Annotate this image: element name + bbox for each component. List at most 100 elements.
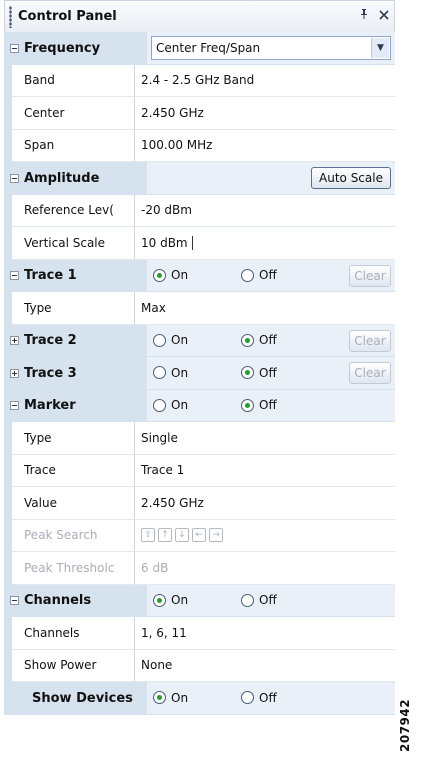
show-power-value[interactable]: None [135, 650, 395, 682]
channels-off-radio[interactable]: Off [241, 585, 277, 617]
vertical-scale-value[interactable]: 10 dBm [141, 236, 188, 250]
peak-up-icon[interactable]: ↑ [158, 528, 172, 543]
property-vertical-scale[interactable]: Vertical Scale 10 dBm [4, 227, 395, 260]
property-span[interactable]: Span 100.00 MHz [4, 129, 395, 162]
property-channels[interactable]: Channels 1, 6, 11 [4, 617, 395, 650]
trace-3-on-radio[interactable]: On [153, 357, 188, 389]
peak-down-icon[interactable]: ↓ [175, 528, 189, 543]
property-reference-level[interactable]: Reference Lev( -20 dBm [4, 194, 395, 227]
peak-threshold-value: 6 dB [135, 552, 395, 585]
radio-circle-icon[interactable] [241, 333, 254, 347]
figure-id: 207942 [398, 698, 412, 752]
pin-icon[interactable] [354, 7, 374, 27]
collapse-icon[interactable] [4, 390, 24, 423]
close-icon[interactable] [374, 7, 394, 27]
radio-circle-icon[interactable] [241, 366, 254, 380]
trace-1-type-label: Type [12, 292, 135, 325]
expand-icon[interactable] [4, 357, 24, 390]
property-marker-trace[interactable]: Trace Trace 1 [4, 454, 395, 487]
marker-type-value[interactable]: Single [135, 422, 395, 455]
peak-search-cell: ⇪ ↑ ↓ ← → [135, 520, 395, 552]
category-trace-3: Trace 3 On Off Clear [4, 357, 395, 390]
reference-level-value[interactable]: -20 dBm [135, 195, 395, 227]
band-label: Band [12, 64, 135, 97]
trace-3-label: Trace 3 [24, 365, 77, 381]
marker-value-label: Value [12, 487, 135, 520]
property-show-power[interactable]: Show Power None [4, 649, 395, 682]
radio-circle-icon[interactable] [153, 268, 166, 282]
radio-circle-icon[interactable] [241, 398, 254, 412]
radio-circle-icon[interactable] [153, 691, 166, 705]
radio-circle-icon[interactable] [153, 593, 166, 607]
radio-circle-icon[interactable] [241, 691, 254, 705]
span-value[interactable]: 100.00 MHz [135, 130, 395, 162]
reference-level-label: Reference Lev( [12, 194, 135, 227]
trace-1-clear-button[interactable]: Clear [349, 264, 391, 287]
category-frequency: Frequency Center Freq/Span ▼ [4, 32, 395, 65]
collapse-icon[interactable] [4, 162, 24, 195]
radio-circle-icon[interactable] [153, 366, 166, 380]
frequency-value-cell: Center Freq/Span ▼ [147, 32, 395, 65]
vertical-scale-cell[interactable]: 10 dBm [135, 227, 395, 260]
trace-1-label: Trace 1 [24, 268, 77, 284]
trace-3-off-radio[interactable]: Off [241, 357, 277, 389]
radio-circle-icon[interactable] [153, 398, 166, 412]
marker-trace-value[interactable]: Trace 1 [135, 455, 395, 487]
trace-3-value-cell: On Off Clear [147, 357, 395, 390]
channels-label: Channels [12, 617, 135, 650]
marker-on-radio[interactable]: On [153, 390, 188, 422]
radio-circle-icon[interactable] [241, 268, 254, 282]
category-amplitude: Amplitude Auto Scale [4, 162, 395, 195]
marker-value-value[interactable]: 2.450 GHz [135, 487, 395, 520]
trace-1-type-value[interactable]: Max [135, 292, 395, 325]
property-peak-threshold: Peak Thresholc 6 dB [4, 552, 395, 585]
marker-off-radio[interactable]: Off [241, 390, 277, 422]
peak-max-icon[interactable]: ⇪ [141, 528, 155, 543]
frequency-mode-select[interactable]: Center Freq/Span ▼ [151, 36, 391, 60]
show-devices-on-radio[interactable]: On [153, 682, 188, 714]
property-band[interactable]: Band 2.4 - 2.5 GHz Band [4, 64, 395, 97]
radio-circle-icon[interactable] [241, 593, 254, 607]
drag-grip[interactable] [9, 5, 12, 28]
center-value[interactable]: 2.450 GHz [135, 97, 395, 130]
chevron-down-icon[interactable]: ▼ [371, 38, 389, 58]
property-center[interactable]: Center 2.450 GHz [4, 97, 395, 130]
trace-1-on-radio[interactable]: On [153, 260, 188, 292]
amplitude-label: Amplitude [24, 170, 100, 186]
show-devices-off-radio[interactable]: Off [241, 682, 277, 714]
channels-value[interactable]: 1, 6, 11 [135, 617, 395, 650]
auto-scale-button[interactable]: Auto Scale [311, 167, 391, 189]
marker-type-label: Type [12, 422, 135, 455]
peak-right-icon[interactable]: → [209, 528, 223, 543]
panel-title: Control Panel [18, 9, 117, 24]
radio-circle-icon[interactable] [153, 333, 166, 347]
collapse-icon[interactable] [4, 585, 24, 618]
trace-2-on-radio[interactable]: On [153, 325, 188, 357]
amplitude-value-cell: Auto Scale [147, 162, 395, 195]
expand-icon[interactable] [4, 325, 24, 358]
collapse-icon[interactable] [4, 260, 24, 293]
channels-category-label: Channels [24, 593, 92, 609]
trace-2-off-radio[interactable]: Off [241, 325, 277, 357]
text-cursor [191, 235, 193, 250]
property-trace-1-type[interactable]: Type Max [4, 292, 395, 325]
peak-left-icon[interactable]: ← [192, 528, 206, 543]
trace-2-label: Trace 2 [24, 333, 77, 349]
peak-search-label: Peak Search [12, 519, 135, 552]
band-value[interactable]: 2.4 - 2.5 GHz Band [135, 65, 395, 97]
center-label: Center [12, 97, 135, 130]
property-marker-value[interactable]: Value 2.450 GHz [4, 487, 395, 520]
category-trace-1: Trace 1 On Off Clear [4, 259, 395, 293]
span-label: Span [12, 129, 135, 162]
trace-2-value-cell: On Off Clear [147, 324, 395, 357]
marker-trace-label: Trace [12, 454, 135, 487]
channels-on-radio[interactable]: On [153, 585, 188, 617]
collapse-icon[interactable] [4, 32, 24, 65]
category-trace-2: Trace 2 On Off Clear [4, 324, 395, 358]
vertical-scale-label: Vertical Scale [12, 227, 135, 260]
trace-1-off-radio[interactable]: Off [241, 260, 277, 292]
marker-label: Marker [24, 398, 76, 414]
trace-3-clear-button[interactable]: Clear [349, 362, 391, 384]
property-marker-type[interactable]: Type Single [4, 422, 395, 455]
trace-2-clear-button[interactable]: Clear [349, 329, 391, 352]
